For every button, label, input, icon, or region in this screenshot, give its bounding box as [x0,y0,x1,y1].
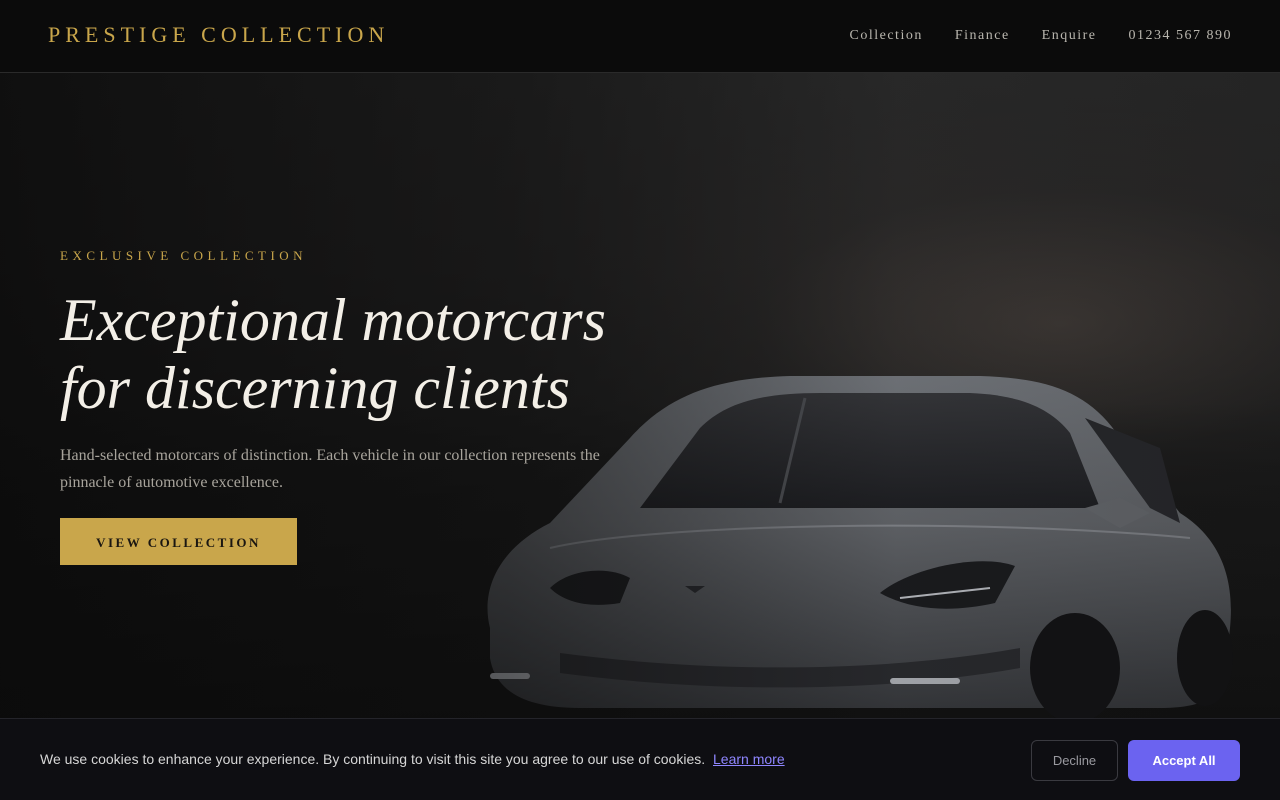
decline-cookies-button[interactable]: Decline [1031,740,1118,781]
nav-item-finance[interactable]: Finance [955,28,1010,44]
hero-headline-line-2: for discerning clients [60,355,570,421]
nav-item-enquire[interactable]: Enquire [1042,28,1097,44]
cookie-message: We use cookies to enhance your experienc… [40,751,706,767]
cookie-banner: We use cookies to enhance your experienc… [0,718,1280,800]
nav-phone-link[interactable]: 01234 567 890 [1129,28,1233,44]
hero-headline-line-1: Exceptional motorcars [60,287,607,353]
brand-logo[interactable]: PRESTIGE COLLECTION [48,22,389,48]
hero-eyebrow: EXCLUSIVE COLLECTION [60,248,308,263]
cookie-learn-more-link[interactable]: Learn more [713,751,785,767]
cookie-message-wrapper: We use cookies to enhance your experienc… [40,751,785,767]
accept-all-cookies-button[interactable]: Accept All [1128,740,1240,781]
hero-headline: Exceptional motorcars for discerning cli… [60,286,660,422]
view-collection-button[interactable]: VIEW COLLECTION [60,518,297,565]
hero-section: EXCLUSIVE COLLECTION Exceptional motorca… [0,73,1280,718]
hero-content: EXCLUSIVE COLLECTION Exceptional motorca… [60,248,660,565]
hero-description: Hand-selected motorcars of distinction. … [60,447,600,491]
nav-item-collection[interactable]: Collection [850,28,923,44]
site-header: PRESTIGE COLLECTION Collection Finance E… [0,0,1280,73]
main-nav: Collection Finance Enquire 01234 567 890 [850,28,1232,44]
